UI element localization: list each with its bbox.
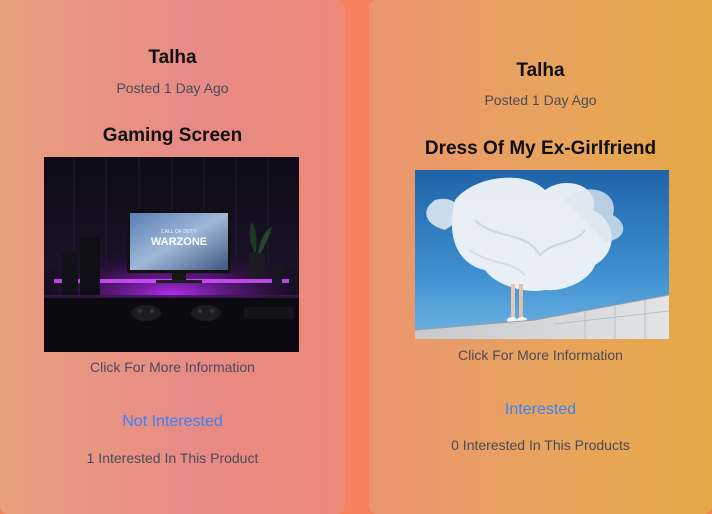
- product-card-2: Talha Posted 1 Day Ago Dress Of My Ex-Gi…: [369, 0, 712, 514]
- interested-button[interactable]: Interested: [369, 401, 712, 419]
- posted-time: Posted 1 Day Ago: [116, 80, 229, 96]
- more-info-link[interactable]: Click For More Information: [0, 359, 345, 375]
- gaming-setup-image: CALL OF DUTY WARZONE: [44, 157, 299, 352]
- screen-subtitle: CALL OF DUTY: [161, 229, 197, 235]
- product-image[interactable]: CALL OF DUTY WARZONE: [44, 157, 299, 352]
- white-dress-image: [415, 170, 669, 339]
- more-info-link[interactable]: Click For More Information: [369, 347, 712, 363]
- author-name: Talha: [148, 47, 197, 68]
- product-card-1: Talha Posted 1 Day Ago Gaming Screen CAL…: [0, 0, 345, 514]
- interest-count: 1 Interested In This Product: [86, 450, 259, 466]
- product-image[interactable]: [415, 170, 669, 339]
- interest-count: 0 Interested In This Products: [451, 437, 630, 453]
- screen-title: WARZONE: [151, 236, 207, 248]
- author-name: Talha: [516, 60, 565, 81]
- posted-time: Posted 1 Day Ago: [484, 92, 597, 108]
- not-interested-button[interactable]: Not Interested: [0, 413, 345, 431]
- product-title: Gaming Screen: [102, 125, 243, 146]
- product-title: Dress Of My Ex-Girlfriend: [424, 138, 657, 159]
